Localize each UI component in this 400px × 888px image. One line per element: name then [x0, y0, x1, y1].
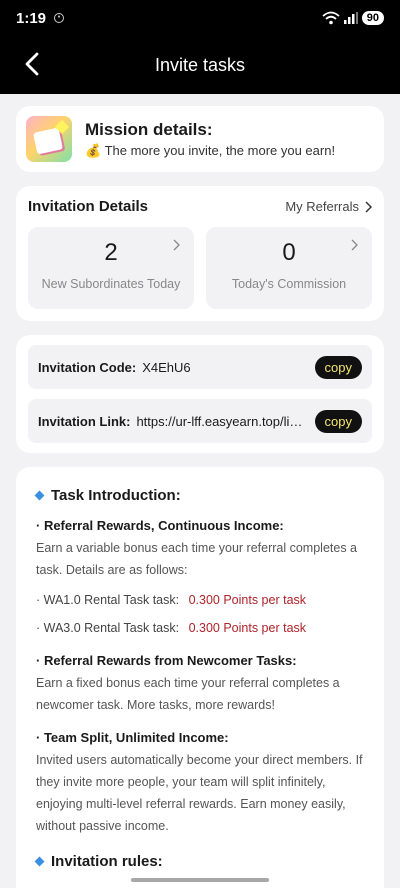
invitation-rules-title: Invitation rules:	[51, 853, 163, 870]
newcomer-rewards-heading: · Referral Rewards from Newcomer Tasks:	[36, 653, 297, 668]
rate-line-wa1: · WA1.0 Rental Task task: 0.300 Points p…	[36, 593, 364, 607]
notification-icon: •	[54, 13, 65, 23]
team-split-text: Invited users automatically become your …	[36, 753, 363, 833]
signal-icon	[343, 12, 358, 24]
my-referrals-link[interactable]: My Referrals	[285, 199, 372, 214]
app-header: Invite tasks	[0, 36, 400, 94]
stat-value: 2	[104, 239, 118, 266]
diamond-icon	[34, 856, 45, 867]
status-time: 1:19	[16, 9, 47, 27]
mission-title: Mission details:	[85, 119, 213, 139]
status-icons: 90	[322, 11, 384, 25]
invitation-details-card: Invitation Details My Referrals 2 New Su…	[16, 186, 384, 321]
invitation-code-card: Invitation Code: X4EhU6 copy Invitation …	[16, 335, 384, 453]
rate-line-wa3: · WA3.0 Rental Task task: 0.300 Points p…	[36, 621, 364, 635]
invitation-link-value: https://ur-lff.easyearn.top/library	[136, 413, 307, 429]
diamond-icon	[34, 490, 45, 501]
my-referrals-label: My Referrals	[285, 199, 359, 214]
stat-todays-commission[interactable]: 0 Today's Commission	[206, 227, 372, 309]
main-content[interactable]: Mission details: 💰 The more you invite, …	[0, 94, 400, 888]
rate-label: · WA1.0 Rental Task task:	[36, 593, 180, 607]
copy-code-button[interactable]: copy	[314, 355, 362, 379]
invitation-link-label: Invitation Link:	[38, 413, 131, 429]
rate-value: 0.300 Points per task	[188, 621, 307, 635]
task-introduction-card: Task Introduction: · Referral Rewards, C…	[16, 467, 384, 888]
mission-subtitle: 💰 The more you invite, the more you earn…	[85, 142, 336, 158]
invitation-link-row: Invitation Link: https://ur-lff.easyearn…	[28, 399, 372, 443]
team-split-heading: · Team Split, Unlimited Income:	[36, 730, 229, 745]
status-bar: 1:19 • 90	[0, 0, 400, 36]
referral-rewards-heading: · Referral Rewards, Continuous Income:	[36, 518, 284, 533]
page-title: Invite tasks	[154, 54, 246, 75]
chevron-left-icon	[25, 52, 39, 76]
battery-indicator: 90	[361, 11, 384, 25]
chevron-right-icon	[365, 200, 372, 213]
copy-link-button[interactable]: copy	[314, 409, 362, 433]
invitation-code-value: X4EhU6	[142, 359, 191, 375]
task-introduction-title: Task Introduction:	[51, 487, 181, 504]
invitation-code-label: Invitation Code:	[38, 359, 137, 375]
chevron-right-icon	[173, 239, 180, 251]
invitation-code-row: Invitation Code: X4EhU6 copy	[28, 345, 372, 389]
referral-rewards-text: Earn a variable bonus each time your ref…	[36, 541, 357, 577]
rate-value: 0.300 Points per task	[188, 593, 307, 607]
stat-label: New Subordinates Today	[41, 277, 181, 291]
newcomer-rewards-text: Earn a fixed bonus each time your referr…	[36, 676, 340, 712]
invitation-rules-heading: Invitation rules:	[34, 853, 364, 870]
back-button[interactable]	[18, 50, 46, 78]
wifi-icon	[322, 11, 340, 25]
mission-card: Mission details: 💰 The more you invite, …	[16, 106, 384, 172]
task-introduction-heading: Task Introduction:	[34, 487, 364, 504]
chevron-right-icon	[351, 239, 358, 251]
home-indicator[interactable]	[131, 878, 269, 882]
stat-label: Today's Commission	[231, 277, 347, 291]
stat-value: 0	[282, 239, 296, 266]
invitation-details-title: Invitation Details	[28, 198, 149, 215]
stat-new-subordinates[interactable]: 2 New Subordinates Today	[28, 227, 194, 309]
mission-illustration	[26, 116, 72, 162]
rate-label: · WA3.0 Rental Task task:	[36, 621, 180, 635]
